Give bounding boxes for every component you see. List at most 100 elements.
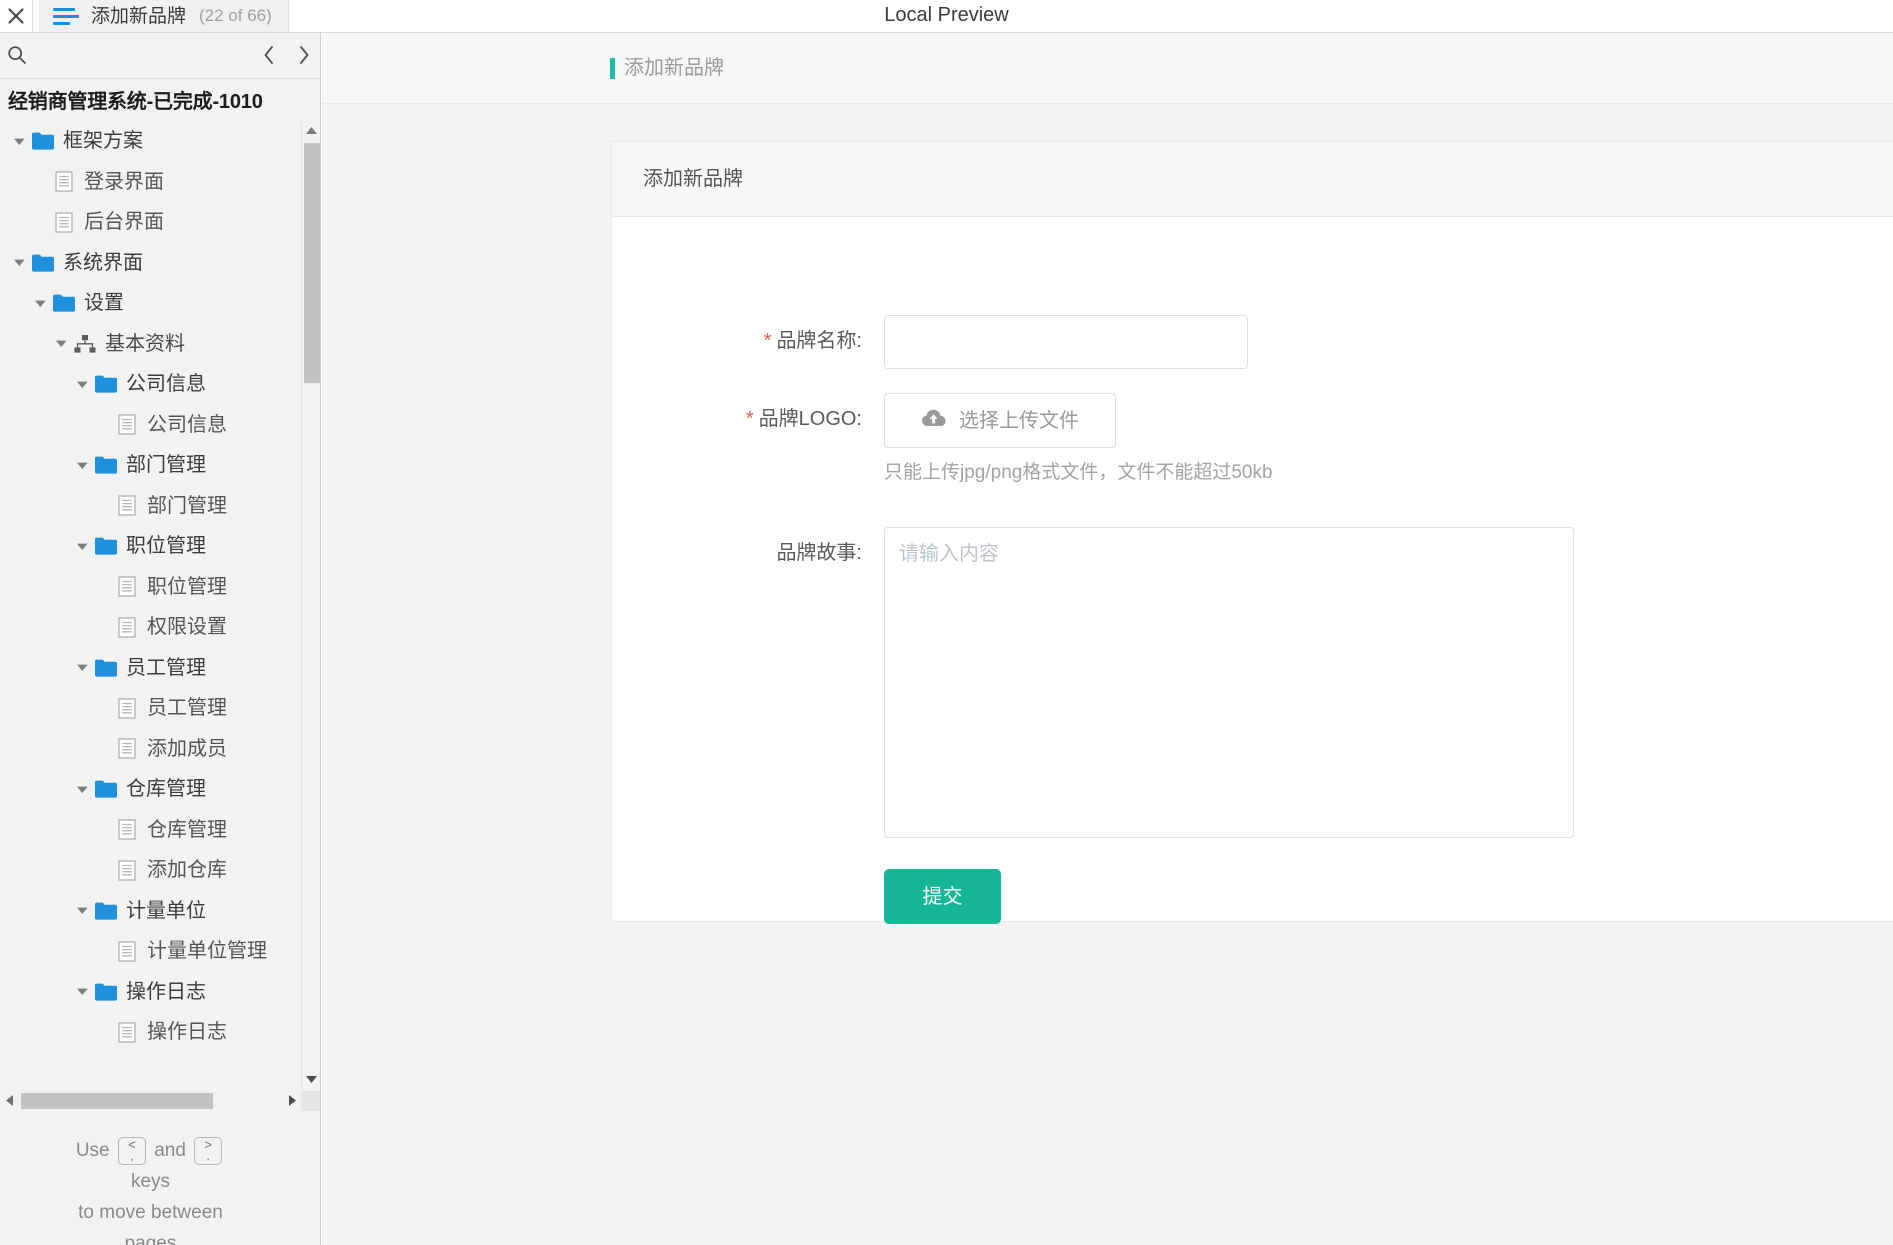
key-next-sub: .	[206, 1148, 210, 1163]
sidebar-toolbar	[0, 33, 320, 79]
sitemap-node-22[interactable]: 操作日志	[0, 1012, 304, 1053]
keyboard-hint: Use < , and > . keys to move between pag…	[0, 1135, 301, 1245]
sitemap-node-label: 员工管理	[126, 656, 206, 679]
sitemap-node-1[interactable]: 登录界面	[0, 162, 304, 203]
tree-expand-toggle-icon[interactable]	[71, 364, 93, 404]
page-icon	[114, 850, 140, 890]
tree-expand-toggle-icon[interactable]	[71, 769, 93, 809]
brand-name-label-text: 品牌名称:	[776, 330, 862, 352]
tree-expand-toggle-icon[interactable]	[71, 891, 93, 931]
tree-expand-toggle-icon[interactable]	[29, 283, 51, 323]
folder-icon	[30, 243, 56, 283]
sidebar-horizontal-scrollbar[interactable]	[0, 1091, 301, 1111]
required-asterisk: *	[745, 408, 754, 430]
search-icon	[7, 45, 27, 70]
sitemap-node-7[interactable]: 公司信息	[0, 405, 304, 446]
close-icon	[7, 7, 25, 25]
prev-page-button[interactable]	[253, 41, 285, 73]
scroll-up-arrow-icon[interactable]	[302, 121, 320, 139]
hint-use-text: Use	[75, 1140, 110, 1161]
tree-expand-toggle-icon[interactable]	[71, 648, 93, 688]
keyboard-hint-line1: Use < , and > .	[0, 1135, 301, 1166]
sitemap-node-19[interactable]: 计量单位	[0, 891, 304, 932]
folder-icon	[93, 769, 119, 809]
brand-name-control	[884, 315, 1248, 369]
page-icon	[51, 162, 77, 202]
tree-expand-toggle-icon[interactable]	[8, 121, 30, 161]
sitemap-node-3[interactable]: 系统界面	[0, 243, 304, 284]
sitemap-node-label: 公司信息	[147, 413, 227, 436]
form-row-submit: 提交	[612, 869, 1001, 924]
tree-expand-toggle-icon[interactable]	[71, 445, 93, 485]
breadcrumb: 添加新品牌	[624, 57, 724, 79]
sitemap-node-0[interactable]: 框架方案	[0, 121, 304, 162]
close-button[interactable]	[0, 0, 33, 32]
page-icon	[114, 486, 140, 526]
folder-icon	[93, 364, 119, 404]
folder-icon	[93, 891, 119, 931]
sidebar-horizontal-scroll-thumb[interactable]	[21, 1093, 213, 1109]
tree-expand-toggle-icon[interactable]	[50, 324, 72, 364]
brand-logo-label: * 品牌LOGO:	[612, 393, 862, 446]
sitemap-node-label: 仓库管理	[147, 818, 227, 841]
scroll-left-arrow-icon[interactable]	[0, 1091, 18, 1110]
window-topbar: Local Preview 添加新品牌 (22 of 66)	[0, 0, 1893, 33]
upload-button-label: 选择上传文件	[959, 409, 1079, 432]
active-page-tab[interactable]: 添加新品牌 (22 of 66)	[39, 0, 289, 32]
sitemap-node-9[interactable]: 部门管理	[0, 486, 304, 527]
sitemap-node-label: 仓库管理	[126, 778, 206, 801]
breadcrumb-accent-bar	[610, 57, 615, 79]
sitemap-tree: 框架方案 登录界面 后台界面 系统界面 设置 基本资料 公司信息 公司信息 部门管理 部门管理 职位…	[0, 121, 304, 1053]
scroll-down-arrow-icon[interactable]	[302, 1070, 320, 1088]
brand-story-textarea[interactable]	[884, 527, 1574, 838]
sitemap-node-10[interactable]: 职位管理	[0, 526, 304, 567]
sitemap-node-label: 权限设置	[147, 616, 227, 639]
key-next: > .	[194, 1136, 223, 1165]
sitemap-node-5[interactable]: 基本资料	[0, 324, 304, 365]
page-icon	[114, 931, 140, 971]
brand-name-input[interactable]	[884, 315, 1248, 369]
next-page-button[interactable]	[288, 41, 320, 73]
tree-expand-toggle-icon[interactable]	[71, 526, 93, 566]
folder-icon	[30, 121, 56, 161]
submit-button[interactable]: 提交	[884, 869, 1001, 924]
sitemap-node-8[interactable]: 部门管理	[0, 445, 304, 486]
sitemap-node-6[interactable]: 公司信息	[0, 364, 304, 405]
scrollbar-corner	[301, 1091, 320, 1111]
sitemap-node-21[interactable]: 操作日志	[0, 972, 304, 1013]
sitemap-node-17[interactable]: 仓库管理	[0, 810, 304, 851]
sitemap-node-14[interactable]: 员工管理	[0, 688, 304, 729]
sitemap-node-4[interactable]: 设置	[0, 283, 304, 324]
scroll-right-arrow-icon[interactable]	[283, 1091, 301, 1110]
sidebar-vertical-scrollbar[interactable]	[301, 121, 320, 1088]
sitemap-node-label: 计量单位管理	[147, 940, 267, 963]
search-button[interactable]	[4, 44, 30, 70]
submit-control: 提交	[884, 869, 1001, 924]
tab-page-count: (22 of 66)	[199, 6, 272, 25]
sitemap-node-13[interactable]: 员工管理	[0, 648, 304, 689]
page-icon	[114, 1012, 140, 1052]
form-card: 添加新品牌 * 品牌名称: * 品牌LOGO: 选择上传文件 只能上传jpg/p…	[611, 141, 1893, 924]
sitemap-node-16[interactable]: 仓库管理	[0, 769, 304, 810]
tree-expand-toggle-icon[interactable]	[8, 243, 30, 283]
sitemap-node-12[interactable]: 权限设置	[0, 607, 304, 648]
page-icon	[114, 607, 140, 647]
sitemap-node-2[interactable]: 后台界面	[0, 202, 304, 243]
sitemap-node-18[interactable]: 添加仓库	[0, 850, 304, 891]
sitemap-node-label: 基本资料	[105, 332, 185, 355]
sitemap-node-15[interactable]: 添加成员	[0, 729, 304, 770]
tree-expand-toggle-icon[interactable]	[71, 972, 93, 1012]
sitemap-node-11[interactable]: 职位管理	[0, 567, 304, 608]
project-title: 经销商管理系统-已完成-1010	[8, 91, 263, 113]
group-icon	[72, 324, 98, 364]
brand-story-label-text: 品牌故事:	[776, 542, 862, 564]
brand-story-label: 品牌故事:	[612, 527, 862, 580]
sitemap-node-label: 职位管理	[126, 535, 206, 558]
form-card-body: * 品牌名称: * 品牌LOGO: 选择上传文件 只能上传jpg/png格式文件…	[612, 217, 1893, 924]
sitemap-node-label: 框架方案	[63, 130, 143, 153]
sitemap-node-20[interactable]: 计量单位管理	[0, 931, 304, 972]
upload-file-button[interactable]: 选择上传文件	[884, 393, 1116, 448]
folder-icon	[51, 283, 77, 323]
folder-icon	[93, 648, 119, 688]
sidebar-vertical-scroll-thumb[interactable]	[304, 143, 320, 383]
